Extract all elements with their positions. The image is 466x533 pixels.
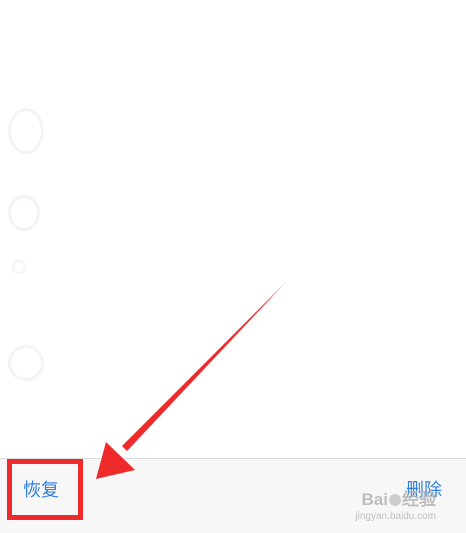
- restore-button[interactable]: 恢复: [23, 479, 59, 503]
- delete-button[interactable]: 删除: [406, 479, 442, 503]
- faded-item-icon: [8, 108, 44, 154]
- faded-item-icon: [12, 260, 26, 274]
- content-area: [0, 0, 466, 458]
- bottom-toolbar: 恢复 删除: [0, 458, 466, 533]
- faded-item-icon: [8, 345, 44, 381]
- faded-item-icon: [8, 195, 40, 231]
